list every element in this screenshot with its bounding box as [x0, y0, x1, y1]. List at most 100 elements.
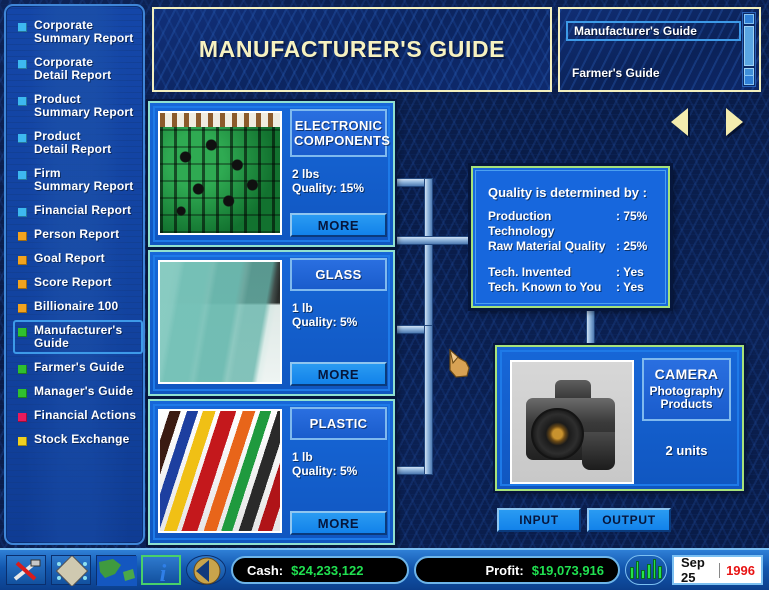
material-stats: 1 lbQuality: 5% — [290, 301, 387, 329]
pointing-hand-cursor-icon — [446, 344, 472, 378]
sidebar-item-2[interactable]: Product Summary Report — [13, 89, 143, 123]
sidebar-item-9[interactable]: Billionaire 100 — [13, 296, 143, 317]
sidebar-item-label: Score Report — [34, 276, 112, 289]
material-quality: Quality: 5% — [292, 464, 387, 478]
sidebar-bullet-icon — [18, 134, 27, 143]
quality-row-key: Raw Material Quality — [488, 239, 616, 254]
quality-row-value: : 75% — [616, 209, 647, 239]
tech-row-value: : Yes — [616, 265, 644, 280]
sidebar-bullet-icon — [18, 328, 27, 337]
sidebar-item-label: Goal Report — [34, 252, 105, 265]
sidebar-item-label: Corporate Detail Report — [34, 56, 111, 82]
sidebar-bullet-icon — [18, 304, 27, 313]
profit-label: Profit: — [485, 563, 523, 578]
sidebar-item-label: Farmer's Guide — [34, 361, 124, 374]
manufacturers-guide-screen: Corporate Summary Report Corporate Detail… — [0, 0, 769, 590]
material-amount: 1 lb — [292, 450, 387, 464]
guide-list-scrollbar[interactable] — [742, 12, 756, 87]
sidebar-item-14[interactable]: Stock Exchange — [13, 429, 143, 450]
sidebar-bullet-icon — [18, 171, 27, 180]
material-quality: Quality: 5% — [292, 315, 387, 329]
guide-option-farmers[interactable]: Farmer's Guide — [566, 63, 741, 83]
quality-panel-title: Quality is determined by : — [488, 185, 653, 200]
next-arrow-icon[interactable] — [726, 108, 743, 136]
quality-row-key: Production Technology — [488, 209, 616, 239]
sidebar-item-1[interactable]: Corporate Detail Report — [13, 52, 143, 86]
output-button[interactable]: OUTPUT — [587, 508, 671, 532]
sidebar-bullet-icon — [18, 413, 27, 422]
product-name: CAMERA — [646, 366, 727, 382]
bar-chart-icon[interactable] — [625, 555, 667, 585]
guide-option-manufacturers[interactable]: Manufacturer's Guide — [566, 21, 741, 41]
product-name-box: CAMERA Photography Products — [642, 358, 731, 421]
world-map-icon[interactable] — [96, 555, 136, 585]
blueprint-icon[interactable] — [51, 555, 91, 585]
material-details: GLASS1 lbQuality: 5%MORE — [290, 258, 387, 388]
sidebar-item-label: Stock Exchange — [34, 433, 130, 446]
year-text: 1996 — [719, 563, 761, 578]
sidebar-item-7[interactable]: Goal Report — [13, 248, 143, 269]
sidebar-item-10[interactable]: Manufacturer's Guide — [13, 320, 143, 354]
more-button[interactable]: MORE — [290, 213, 387, 237]
scroll-down-icon[interactable] — [744, 75, 754, 85]
sidebar-bullet-icon — [18, 365, 27, 374]
sidebar-item-label: Financial Report — [34, 204, 131, 217]
material-card-0[interactable]: ELECTRONIC COMPONENTS2 lbsQuality: 15%MO… — [148, 101, 395, 247]
tools-icon[interactable] — [6, 555, 46, 585]
page-title: MANUFACTURER'S GUIDE — [199, 36, 505, 63]
sidebar-item-0[interactable]: Corporate Summary Report — [13, 15, 143, 49]
sidebar-item-label: Product Summary Report — [34, 93, 134, 119]
connector-pipe-vertical-main — [424, 178, 433, 334]
material-photo — [158, 111, 282, 235]
tech-row-value: : Yes — [616, 280, 644, 295]
sidebar-item-13[interactable]: Financial Actions — [13, 405, 143, 426]
sidebar-item-4[interactable]: Firm Summary Report — [13, 163, 143, 197]
input-button[interactable]: INPUT — [497, 508, 581, 532]
product-photo — [510, 360, 634, 484]
material-card-2[interactable]: PLASTIC1 lbQuality: 5%MORE — [148, 399, 395, 545]
connector-pipe-vertical-lower — [424, 325, 433, 475]
tech-row-key: Tech. Invented — [488, 265, 616, 280]
product-details: CAMERA Photography Products 2 units — [642, 358, 731, 478]
more-button[interactable]: MORE — [290, 511, 387, 535]
sidebar-item-label: Firm Summary Report — [34, 167, 134, 193]
sidebar-item-11[interactable]: Farmer's Guide — [13, 357, 143, 378]
material-stats: 1 lbQuality: 5% — [290, 450, 387, 478]
material-photo — [158, 260, 282, 384]
sidebar-bullet-icon — [18, 437, 27, 446]
profit-display: Profit: $19,073,916 — [414, 556, 620, 584]
sidebar-item-3[interactable]: Product Detail Report — [13, 126, 143, 160]
pcb-illustration — [160, 113, 280, 233]
quality-info-panel: Quality is determined by : Production Te… — [471, 166, 670, 308]
spacer — [488, 254, 653, 265]
previous-arrow-icon[interactable] — [671, 108, 688, 136]
scroll-up-icon[interactable] — [744, 14, 754, 24]
date-display: Sep 25 1996 — [672, 555, 763, 585]
sidebar-item-8[interactable]: Score Report — [13, 272, 143, 293]
scrollbar-thumb[interactable] — [744, 26, 754, 66]
sidebar-item-12[interactable]: Manager's Guide — [13, 381, 143, 402]
material-quality: Quality: 15% — [292, 181, 387, 195]
material-photo — [158, 409, 282, 533]
sidebar-bullet-icon — [18, 389, 27, 398]
more-button[interactable]: MORE — [290, 362, 387, 386]
sidebar-item-label: Billionaire 100 — [34, 300, 118, 313]
sidebar-bullet-icon — [18, 23, 27, 32]
status-bar: i Cash: $24,233,122 Profit: $19,073,916 … — [0, 548, 769, 590]
sidebar-item-label: Person Report — [34, 228, 119, 241]
product-card-camera[interactable]: CAMERA Photography Products 2 units — [495, 345, 744, 491]
info-icon[interactable]: i — [141, 555, 181, 585]
back-arrow-icon[interactable] — [186, 555, 226, 585]
sidebar-navigation: Corporate Summary Report Corporate Detail… — [4, 4, 145, 545]
sidebar-item-6[interactable]: Person Report — [13, 224, 143, 245]
sidebar-item-label: Product Detail Report — [34, 130, 111, 156]
sidebar-item-5[interactable]: Financial Report — [13, 200, 143, 221]
cash-label: Cash: — [247, 563, 283, 578]
material-card-1[interactable]: GLASS1 lbQuality: 5%MORE — [148, 250, 395, 396]
plastic-illustration — [160, 411, 280, 531]
material-name: ELECTRONIC COMPONENTS — [290, 109, 387, 157]
cash-display: Cash: $24,233,122 — [231, 556, 409, 584]
sidebar-item-label: Financial Actions — [34, 409, 136, 422]
material-details: PLASTIC1 lbQuality: 5%MORE — [290, 407, 387, 537]
connector-pipe-to-quality — [395, 236, 475, 245]
